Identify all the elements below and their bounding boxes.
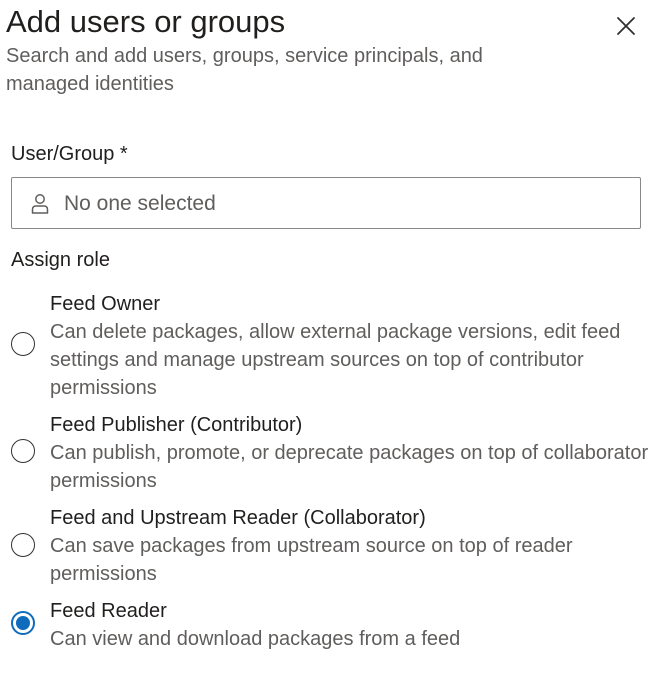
role-option-feed-reader[interactable]: Feed Reader Can view and download packag… — [0, 597, 655, 653]
close-button[interactable] — [610, 10, 642, 42]
close-icon — [617, 17, 635, 35]
add-users-panel: Add users or groups Search and add users… — [0, 0, 655, 679]
radio-feed-owner[interactable] — [11, 332, 35, 356]
role-description: Can save packages from upstream source o… — [50, 535, 573, 585]
panel-title: Add users or groups — [6, 4, 286, 39]
role-option-feed-owner[interactable]: Feed Owner Can delete packages, allow ex… — [0, 290, 655, 400]
role-option-feed-upstream-reader[interactable]: Feed and Upstream Reader (Collaborator) … — [0, 504, 655, 588]
radio-feed-reader[interactable] — [11, 611, 35, 635]
radio-feed-publisher[interactable] — [11, 439, 35, 463]
user-group-picker[interactable]: No one selected — [11, 177, 641, 229]
person-icon — [31, 194, 49, 214]
assign-role-label: Assign role — [11, 249, 110, 271]
role-name: Feed Publisher (Contributor) — [50, 414, 303, 436]
user-group-label: User/Group * — [11, 143, 128, 165]
panel-subtitle: Search and add users, groups, service pr… — [6, 45, 483, 95]
role-name: Feed Reader — [50, 600, 167, 622]
role-option-feed-publisher[interactable]: Feed Publisher (Contributor) Can publish… — [0, 411, 655, 495]
role-name: Feed and Upstream Reader (Collaborator) — [50, 507, 426, 529]
role-description: Can delete packages, allow external pack… — [50, 321, 621, 399]
user-group-placeholder: No one selected — [64, 192, 216, 215]
radio-feed-upstream-reader[interactable] — [11, 533, 35, 557]
role-description: Can view and download packages from a fe… — [50, 628, 461, 650]
role-description: Can publish, promote, or deprecate packa… — [50, 442, 649, 492]
role-name: Feed Owner — [50, 293, 161, 315]
